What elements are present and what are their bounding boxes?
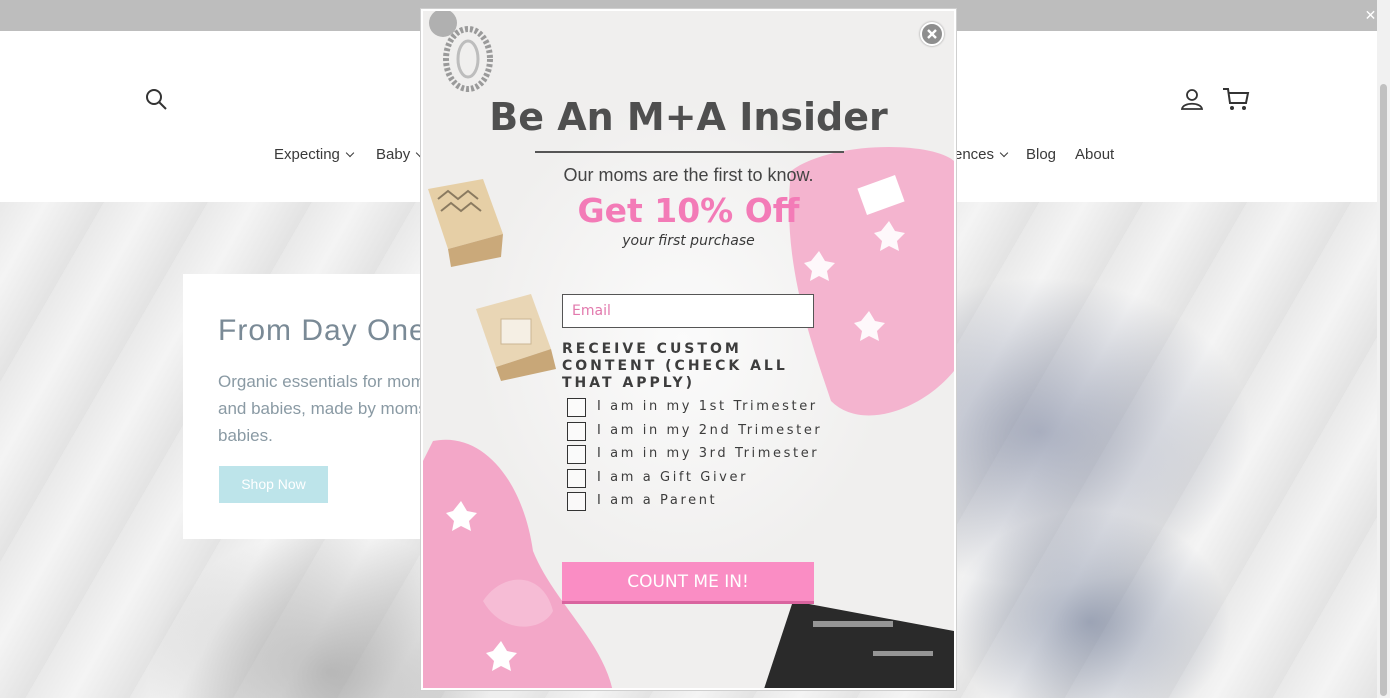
email-field[interactable] <box>562 294 814 328</box>
offer-subtext: your first purchase <box>622 233 755 249</box>
newsletter-popup: Be An M+A Insider Our moms are the first… <box>421 9 956 690</box>
checkbox-label: I am in my 1st Trimester <box>597 399 818 414</box>
ultrasound-photo-image <box>764 601 954 688</box>
title-divider <box>535 151 844 153</box>
custom-content-label: RECEIVE CUSTOM CONTENT (CHECK ALL THAT A… <box>562 341 788 391</box>
checkbox[interactable] <box>567 469 586 488</box>
checkbox[interactable] <box>567 422 586 441</box>
checkbox-label: I am a Gift Giver <box>597 470 749 485</box>
popup-title: Be An M+A Insider <box>489 95 888 139</box>
checkbox-label: I am in my 2nd Trimester <box>597 423 823 438</box>
close-icon <box>927 29 937 39</box>
checkbox[interactable] <box>567 445 586 464</box>
close-popup-button[interactable] <box>920 22 944 46</box>
checkbox-label: I am a Parent <box>597 493 718 508</box>
pink-baby-hat-image <box>423 439 612 688</box>
checkbox-label: I am in my 3rd Trimester <box>597 446 820 461</box>
discount-offer: Get 10% Off <box>577 191 800 230</box>
count-me-in-button[interactable]: COUNT ME IN! <box>562 562 814 604</box>
wooden-block-image <box>476 294 556 381</box>
checkbox[interactable] <box>567 492 586 511</box>
pink-swaddle-image <box>789 147 954 416</box>
scrollbar-thumb[interactable] <box>1380 84 1387 696</box>
popup-subtitle: Our moms are the first to know. <box>563 165 814 185</box>
scrollbar[interactable] <box>1377 0 1390 698</box>
checkbox[interactable] <box>567 398 586 417</box>
